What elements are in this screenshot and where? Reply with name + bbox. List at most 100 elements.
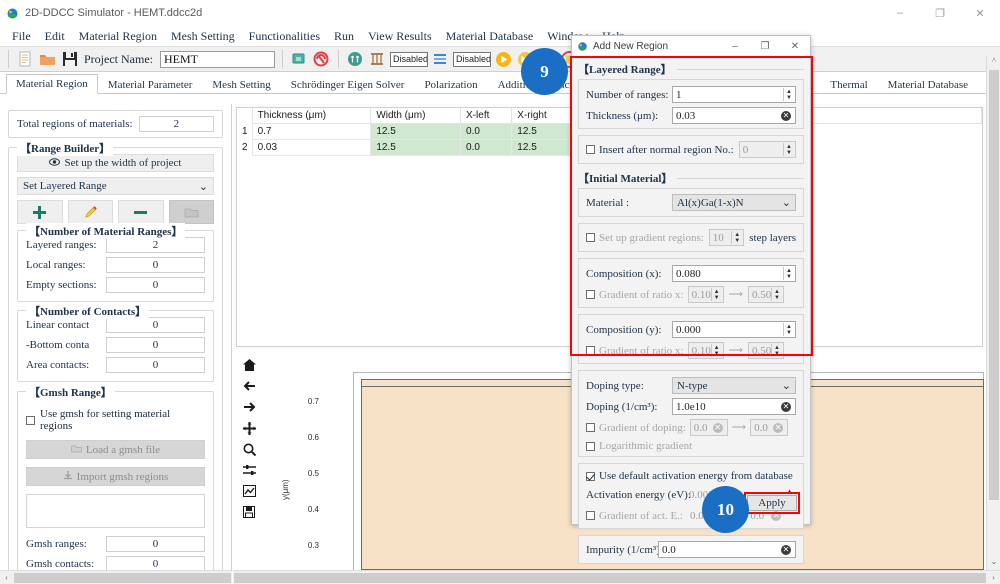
cell-xleft[interactable]: 0.0 bbox=[460, 139, 513, 156]
cell-width[interactable]: 12.5 bbox=[370, 123, 462, 140]
menu-item-functionalities[interactable]: Functionalities bbox=[242, 28, 327, 45]
composition-x-spinner[interactable]: ▲ ▼ bbox=[783, 267, 794, 280]
close-button[interactable]: ✕ bbox=[960, 0, 1000, 26]
save-plot-icon[interactable] bbox=[242, 505, 256, 519]
gradient-regions-checkbox[interactable] bbox=[586, 233, 595, 242]
tab-material-parameter[interactable]: Material Parameter bbox=[98, 75, 203, 94]
tab-material-region[interactable]: Material Region bbox=[6, 74, 98, 94]
tab-material-database[interactable]: Material Database bbox=[878, 75, 978, 94]
edit-icon[interactable] bbox=[67, 200, 113, 224]
run-icon[interactable] bbox=[494, 50, 513, 69]
gradient-regions-spinner[interactable]: ▲ ▼ bbox=[731, 231, 742, 244]
composition-x-input[interactable]: 0.080 ▲ ▼ bbox=[672, 265, 796, 282]
refresh-icon[interactable] bbox=[290, 50, 309, 69]
insert-after-input[interactable]: 0 ▲ ▼ bbox=[738, 141, 796, 158]
dialog-close-button[interactable]: ✕ bbox=[780, 36, 810, 57]
gradient-ratio-y-from-spinner[interactable]: ▲ ▼ bbox=[710, 344, 722, 357]
th-thickness[interactable]: Thickness (μm) bbox=[251, 108, 372, 124]
scroll-left-arrow[interactable]: ‹ bbox=[0, 573, 13, 582]
gradient-ratio-y-from-input[interactable]: 0.10 ▲ ▼ bbox=[687, 342, 724, 359]
log-gradient-checkbox-row[interactable]: Logarithmic gradient bbox=[586, 440, 692, 452]
menu-item-material-region[interactable]: Material Region bbox=[72, 28, 164, 45]
clear-gradient-doping-to-icon[interactable]: ✕ bbox=[773, 422, 784, 433]
use-gmsh-checkbox-row[interactable]: Use gmsh for setting material regions bbox=[26, 408, 205, 432]
cell-xleft[interactable]: 0.0 bbox=[460, 123, 513, 140]
configure-subplots-icon[interactable] bbox=[242, 463, 256, 477]
impurity-input[interactable]: 0.0 ✕ bbox=[658, 541, 796, 558]
layered-ranges-value[interactable]: 2 bbox=[106, 237, 205, 253]
save-icon[interactable] bbox=[60, 50, 79, 69]
doping-input[interactable]: 1.0e10 ✕ bbox=[672, 398, 796, 415]
gradient-ratio-x-to-spinner[interactable]: ▲ ▼ bbox=[770, 288, 782, 301]
clear-thickness-icon[interactable]: ✕ bbox=[781, 110, 791, 121]
new-file-icon[interactable] bbox=[16, 50, 35, 69]
dialog-minimize-button[interactable]: – bbox=[720, 36, 750, 57]
cell-width[interactable]: 12.5 bbox=[370, 139, 462, 156]
menu-item-edit[interactable]: Edit bbox=[38, 28, 72, 45]
list-icon[interactable] bbox=[431, 50, 450, 69]
gradient-ratio-y-to-spinner[interactable]: ▲ ▼ bbox=[770, 344, 782, 357]
layered-range-combo[interactable]: Set Layered Range ⌄ bbox=[17, 177, 214, 195]
apply-button[interactable]: Apply bbox=[747, 495, 797, 511]
use-default-act-checkbox[interactable] bbox=[586, 471, 595, 481]
tab-schrodinger-eigen-solver[interactable]: Schrödinger Eigen Solver bbox=[281, 75, 415, 94]
gradient-ratio-y-checkbox[interactable] bbox=[586, 346, 595, 355]
bottom-contact-value[interactable]: 0 bbox=[106, 337, 205, 353]
vscroll-thumb[interactable] bbox=[989, 70, 999, 500]
clear-doping-icon[interactable]: ✕ bbox=[781, 401, 791, 412]
area-contacts-value[interactable]: 0 bbox=[106, 357, 205, 373]
gradient-regions-input[interactable]: 10 ▲ ▼ bbox=[708, 229, 745, 246]
thickness-input[interactable]: 0.03 ✕ bbox=[672, 107, 796, 124]
tab-mesh-setting[interactable]: Mesh Setting bbox=[202, 75, 280, 94]
gradient-doping-checkbox-row[interactable]: Gradient of doping: bbox=[586, 422, 686, 434]
dialog-maximize-button[interactable]: ❐ bbox=[750, 36, 780, 57]
menu-item-material-database[interactable]: Material Database bbox=[439, 28, 541, 45]
number-of-ranges-input[interactable]: 1 ▲ ▼ bbox=[672, 86, 796, 103]
gradient-ratio-x-checkbox[interactable] bbox=[586, 290, 595, 299]
back-arrow-icon[interactable] bbox=[242, 379, 256, 393]
menu-item-run[interactable]: Run bbox=[327, 28, 361, 45]
gradient-ratio-x-from-input[interactable]: 0.10 ▲ ▼ bbox=[687, 286, 724, 303]
remove-icon[interactable] bbox=[118, 200, 164, 224]
reset-icon[interactable] bbox=[312, 50, 331, 69]
gradient-doping-checkbox[interactable] bbox=[586, 423, 595, 432]
home-icon[interactable] bbox=[242, 358, 256, 372]
gradient-act-checkbox-row[interactable]: Gradient of act. E.: bbox=[586, 510, 683, 522]
linear-contact-value[interactable]: 0 bbox=[106, 317, 205, 333]
zoom-icon[interactable] bbox=[242, 442, 256, 456]
mesh-icon[interactable] bbox=[346, 50, 365, 69]
forward-arrow-icon[interactable] bbox=[242, 400, 256, 414]
gradient-ratio-y-checkbox-row[interactable]: Gradient of ratio x: bbox=[586, 345, 684, 357]
gradient-doping-from-input[interactable]: 0.0 ✕ bbox=[689, 419, 728, 436]
empty-sections-value[interactable]: 0 bbox=[106, 277, 205, 293]
window-vscrollbar[interactable]: ^ ⌄ bbox=[986, 56, 1000, 570]
total-regions-value[interactable]: 2 bbox=[138, 116, 214, 132]
th-xleft[interactable]: X-left bbox=[460, 108, 513, 124]
insert-after-checkbox-row[interactable]: Insert after normal region No.: bbox=[586, 144, 734, 156]
cell-xright[interactable]: 12.5 bbox=[511, 139, 573, 156]
structure-icon[interactable] bbox=[368, 50, 387, 69]
setup-width-button[interactable]: Set up the width of project bbox=[17, 154, 214, 172]
menu-item-view-results[interactable]: View Results bbox=[361, 28, 439, 45]
scroll-down-arrow[interactable]: ⌄ bbox=[987, 557, 1000, 570]
composition-y-input[interactable]: 0.000 ▲ ▼ bbox=[672, 321, 796, 338]
clear-gradient-doping-from-icon[interactable]: ✕ bbox=[712, 422, 723, 433]
composition-y-spinner[interactable]: ▲ ▼ bbox=[783, 323, 794, 336]
minimize-button[interactable]: – bbox=[880, 0, 920, 26]
number-of-ranges-spinner[interactable]: ▲ ▼ bbox=[783, 88, 794, 101]
gmsh-ranges-value[interactable]: 0 bbox=[106, 536, 205, 552]
menu-item-file[interactable]: File bbox=[5, 28, 38, 45]
gradient-ratio-x-checkbox-row[interactable]: Gradient of ratio x: bbox=[586, 289, 684, 301]
th-xright[interactable]: X-right bbox=[511, 108, 573, 124]
maximize-button[interactable]: ❐ bbox=[920, 0, 960, 26]
left-scroll-thumb[interactable] bbox=[14, 572, 231, 583]
tab-thermal[interactable]: Thermal bbox=[820, 75, 877, 94]
local-ranges-value[interactable]: 0 bbox=[106, 257, 205, 273]
cell-thickness[interactable]: 0.03 bbox=[251, 139, 372, 156]
use-gmsh-checkbox[interactable] bbox=[26, 415, 35, 425]
insert-after-checkbox[interactable] bbox=[586, 145, 595, 154]
pan-icon[interactable] bbox=[242, 421, 256, 435]
gmsh-contacts-value[interactable]: 0 bbox=[106, 556, 205, 570]
gradient-ratio-x-to-input[interactable]: 0.50 ▲ ▼ bbox=[747, 286, 784, 303]
open-folder-icon[interactable] bbox=[38, 50, 57, 69]
